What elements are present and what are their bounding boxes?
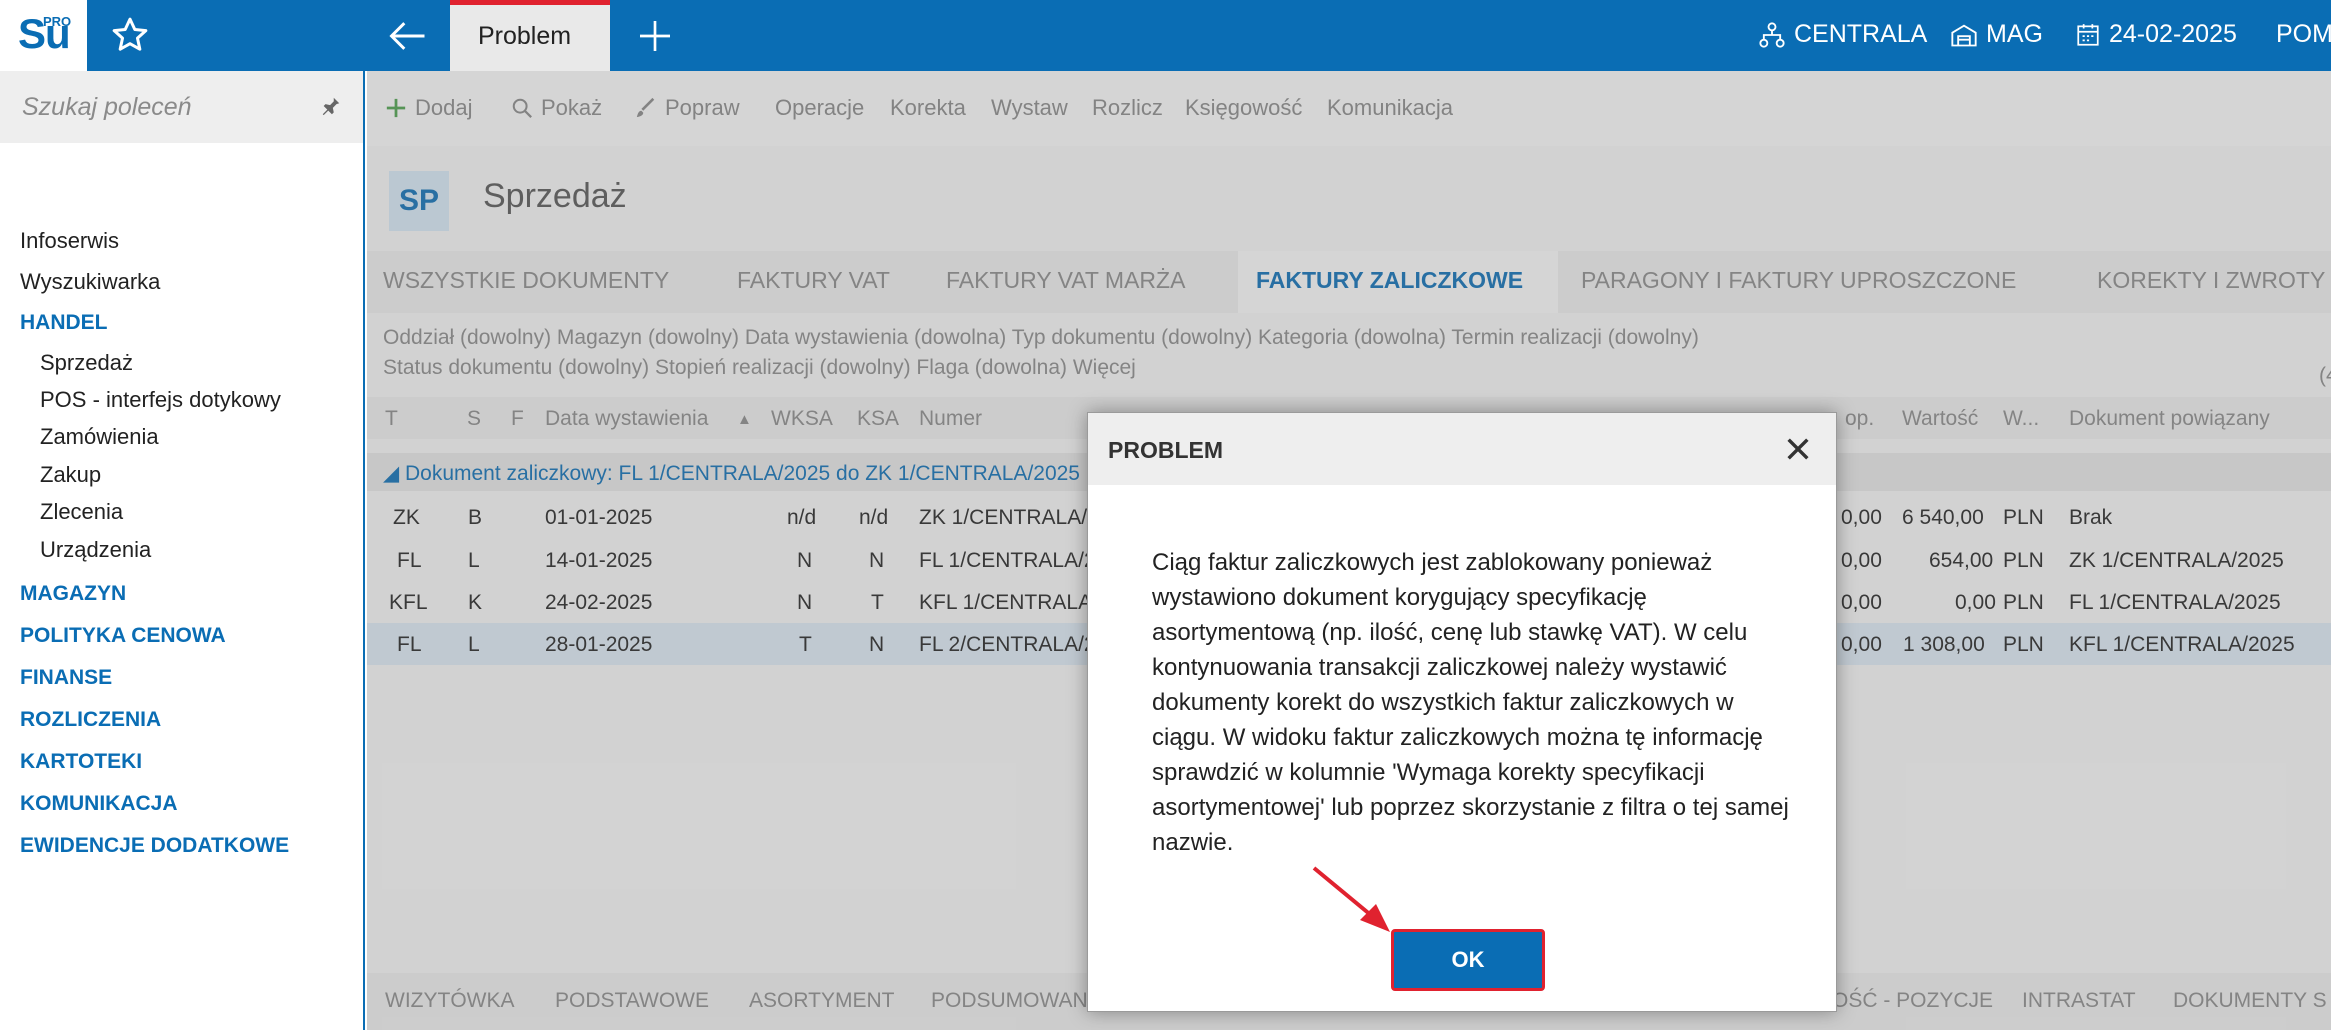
nav-urzadzenia[interactable]: Urządzenia	[40, 537, 151, 563]
nav-category-polityka-cenowa[interactable]: POLITYKA CENOWA	[20, 624, 226, 648]
logo-sup: PRO	[43, 14, 72, 29]
back-arrow-icon[interactable]	[386, 14, 430, 58]
top-bar: Su PRO Problem CENTRALA MAG 24-02-2025 P…	[0, 0, 2331, 71]
nav-category-komunikacja[interactable]: KOMUNIKACJA	[20, 792, 178, 816]
dialog-header: PROBLEM	[1088, 413, 1836, 485]
org-structure-icon	[1759, 21, 1785, 48]
help-label: POM	[2276, 20, 2331, 48]
ok-button[interactable]: OK	[1391, 929, 1545, 991]
date-selector[interactable]: 24-02-2025	[2075, 20, 2237, 49]
close-icon[interactable]	[1782, 433, 1814, 465]
problem-dialog: PROBLEM Ciąg faktur zaliczkowych jest za…	[1087, 412, 1837, 1012]
nav-category-kartoteki[interactable]: KARTOTEKI	[20, 750, 142, 774]
sidebar: Szukaj poleceń Infoserwis Wyszukiwarka H…	[0, 71, 365, 1030]
nav-category-handel[interactable]: HANDEL	[20, 311, 108, 335]
warehouse-icon	[1951, 24, 1977, 46]
red-arrow-icon	[1312, 866, 1390, 932]
nav-infoserwis[interactable]: Infoserwis	[20, 228, 119, 254]
star-icon[interactable]	[110, 15, 150, 55]
nav-category-finanse[interactable]: FINANSE	[20, 666, 112, 690]
dialog-title: PROBLEM	[1108, 437, 1223, 463]
command-search[interactable]: Szukaj poleceń	[0, 71, 363, 143]
nav-category-ewidencje-dodatkowe[interactable]: EWIDENCJE DODATKOWE	[20, 834, 289, 858]
nav-zlecenia[interactable]: Zlecenia	[40, 499, 123, 525]
new-tab-plus-icon[interactable]	[635, 14, 675, 58]
nav-zakup[interactable]: Zakup	[40, 462, 101, 488]
branch-label: CENTRALA	[1794, 20, 1928, 48]
nav-category-rozliczenia[interactable]: ROZLICZENIA	[20, 708, 161, 732]
calendar-icon	[2077, 23, 2099, 46]
nav-pos[interactable]: POS - interfejs dotykowy	[40, 387, 281, 413]
nav-category-magazyn[interactable]: MAGAZYN	[20, 582, 126, 606]
warehouse-label: MAG	[1986, 20, 2043, 48]
app-logo[interactable]: Su PRO	[0, 0, 87, 71]
nav-sprzedaz[interactable]: Sprzedaż	[40, 350, 133, 376]
nav-wyszukiwarka[interactable]: Wyszukiwarka	[20, 269, 160, 295]
warehouse-selector[interactable]: MAG	[1950, 20, 2043, 49]
help-menu[interactable]: POM	[2276, 20, 2331, 49]
search-placeholder: Szukaj poleceń	[22, 93, 192, 121]
date-label: 24-02-2025	[2109, 20, 2237, 48]
pin-icon[interactable]	[320, 95, 342, 117]
tab-label: Problem	[478, 22, 572, 50]
nav-zamowienia[interactable]: Zamówienia	[40, 424, 159, 450]
branch-selector[interactable]: CENTRALA	[1758, 20, 1927, 49]
dialog-message: Ciąg faktur zaliczkowych jest zablokowan…	[1152, 549, 1789, 856]
tab-problem[interactable]: Problem	[450, 0, 610, 71]
